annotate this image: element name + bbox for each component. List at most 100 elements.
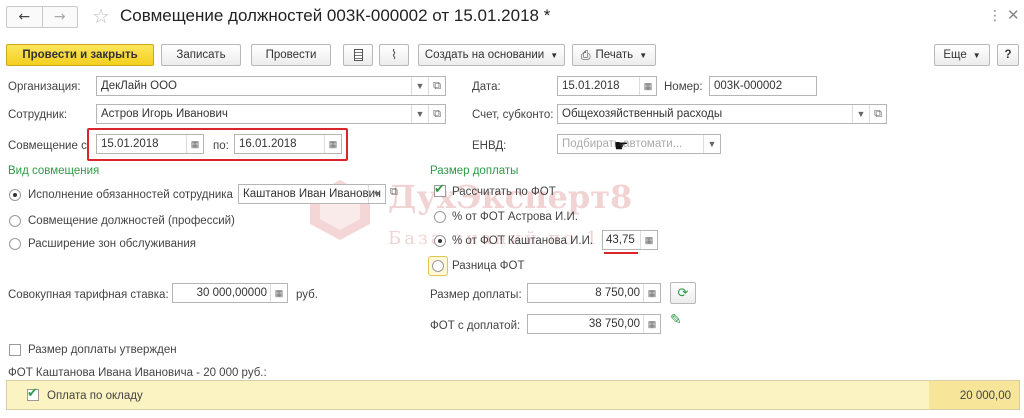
account-value: Общехозяйственный расходы: [562, 108, 723, 120]
radio-duties[interactable]: [9, 189, 21, 201]
number-label: Номер:: [664, 81, 703, 93]
create-based-on-button[interactable]: Создать на основании ▼: [418, 44, 565, 66]
back-button[interactable]: ←: [7, 7, 43, 27]
date-field[interactable]: 15.01.2018 ▦: [557, 76, 657, 96]
percent-underline: [604, 252, 638, 254]
organization-value: ДекЛайн ООО: [101, 80, 177, 92]
more-label: Еще: [943, 49, 967, 61]
arrow-right-icon: →: [53, 9, 66, 25]
refresh-icon: ⟳: [677, 285, 689, 301]
combination-type-title: Вид совмещения: [8, 165, 100, 177]
window-close-button[interactable]: ✕: [1007, 6, 1020, 24]
employee-value: Астров Игорь Иванович: [101, 108, 228, 120]
combine-from-field[interactable]: 15.01.2018 ▦: [96, 134, 204, 154]
window-title: Совмещение должностей 003К-000002 от 15.…: [120, 6, 551, 25]
calculator-icon[interactable]: ▦: [643, 284, 660, 302]
calc-by-fot-label[interactable]: Рассчитать по ФОТ: [452, 185, 556, 199]
tariff-value: 30 000,00000: [196, 287, 267, 299]
fot-with-surcharge-label: ФОТ с доплатой:: [430, 320, 521, 332]
radio-duties-label[interactable]: Исполнение обязанностей сотрудника: [28, 188, 233, 202]
row-amount: 20 000,00: [959, 390, 1011, 402]
recalculate-button[interactable]: ⟳: [670, 282, 696, 304]
favorite-star-button[interactable]: ☆: [92, 4, 110, 28]
tariff-unit: руб.: [296, 289, 318, 301]
open-icon[interactable]: ⧉: [869, 105, 886, 123]
open-icon[interactable]: ⧉: [428, 77, 445, 95]
calculator-icon[interactable]: ▦: [640, 231, 657, 249]
combine-to-label: по:: [213, 140, 229, 152]
calculator-icon[interactable]: ▦: [270, 284, 287, 302]
organization-label: Организация:: [8, 81, 81, 93]
paperclip-icon: ⌇: [390, 47, 398, 63]
approved-label[interactable]: Размер доплаты утвержден: [28, 343, 177, 357]
surcharge-amount-label: Размер доплаты:: [430, 289, 522, 301]
tariff-field[interactable]: 30 000,00000 ▦: [172, 283, 288, 303]
journal-button[interactable]: [343, 44, 373, 66]
help-button[interactable]: ?: [997, 44, 1019, 66]
combine-from-value: 15.01.2018: [101, 138, 159, 150]
table-row[interactable]: Оплата по окладу 20 000,00: [7, 381, 1019, 409]
chevron-down-icon[interactable]: ▼: [703, 135, 720, 153]
combine-from-label: Совмещение с: [8, 140, 87, 152]
chevron-down-icon[interactable]: ▼: [411, 77, 428, 95]
radio-fot-difference-label[interactable]: Разница ФОТ: [452, 259, 525, 273]
number-field[interactable]: 003К-000002: [709, 76, 817, 96]
radio-fot-kashtanov[interactable]: [434, 235, 446, 247]
surcharge-title: Размер доплаты: [430, 165, 519, 177]
radio-service-zones[interactable]: [9, 238, 21, 250]
fot-caption: ФОТ Каштанова Ивана Ивановича - 20 000 р…: [8, 367, 267, 379]
window-menu-button[interactable]: ⋮: [988, 8, 1002, 24]
fot-with-surcharge-field[interactable]: 38 750,00 ▦: [527, 314, 661, 334]
combination-employee-value: Каштанов Иван Иванович: [243, 188, 382, 200]
more-button[interactable]: Еще ▼: [934, 44, 990, 66]
print-button[interactable]: ⎙ Печать ▼: [572, 44, 656, 66]
edit-pencil-icon[interactable]: ✎: [670, 312, 682, 328]
post-and-close-button[interactable]: Провести и закрыть: [6, 44, 154, 66]
hand-cursor-icon: ☛: [614, 136, 629, 155]
nav-buttons: ← →: [6, 6, 78, 28]
radio-positions[interactable]: [9, 215, 21, 227]
combine-to-field[interactable]: 16.01.2018 ▦: [234, 134, 342, 154]
calendar-icon[interactable]: ▦: [639, 77, 656, 95]
row-name: Оплата по окладу: [47, 390, 143, 402]
approved-checkbox[interactable]: [9, 344, 21, 356]
chevron-down-icon: ▼: [550, 50, 559, 60]
surcharge-amount-value: 8 750,00: [595, 287, 640, 299]
open-icon[interactable]: ⧉: [428, 105, 445, 123]
calendar-icon[interactable]: ▦: [186, 135, 203, 153]
chevron-down-icon[interactable]: ▼: [852, 105, 869, 123]
open-icon[interactable]: ⧉: [390, 186, 398, 199]
date-value: 15.01.2018: [562, 80, 620, 92]
forward-button[interactable]: →: [43, 7, 78, 27]
employee-field[interactable]: Астров Игорь Иванович ▼ ⧉: [96, 104, 446, 124]
envd-field[interactable]: Подбирать автомати... ▼: [557, 134, 721, 154]
calendar-icon[interactable]: ▦: [324, 135, 341, 153]
calculator-icon[interactable]: ▦: [643, 315, 660, 333]
radio-positions-label[interactable]: Совмещение должностей (профессий): [28, 214, 235, 228]
surcharge-amount-field[interactable]: 8 750,00 ▦: [527, 283, 661, 303]
calc-by-fot-checkbox[interactable]: [434, 182, 446, 197]
radio-fot-kashtanov-label[interactable]: % от ФОТ Каштанова И.И.: [452, 234, 593, 248]
chevron-down-icon[interactable]: ▼: [368, 185, 385, 203]
organization-field[interactable]: ДекЛайн ООО ▼ ⧉: [96, 76, 446, 96]
date-label: Дата:: [472, 81, 501, 93]
chevron-down-icon[interactable]: ▼: [411, 105, 428, 123]
write-button[interactable]: Записать: [161, 44, 241, 66]
radio-fot-astrov[interactable]: [434, 211, 446, 223]
combination-employee-field[interactable]: Каштанов Иван Иванович ▼: [238, 184, 386, 204]
attach-files-button[interactable]: ⌇: [379, 44, 409, 66]
radio-fot-difference[interactable]: [432, 260, 444, 272]
percent-field[interactable]: 43,75 ▦: [602, 230, 658, 250]
fot-with-surcharge-value: 38 750,00: [588, 318, 640, 330]
row-checkbox[interactable]: [27, 386, 39, 401]
fot-table: Оплата по окладу 20 000,00: [6, 380, 1020, 410]
post-button[interactable]: Провести: [251, 44, 331, 66]
arrow-left-icon: ←: [18, 9, 31, 25]
radio-fot-astrov-label[interactable]: % от ФОТ Астрова И.И.: [452, 210, 578, 224]
radio-service-zones-label[interactable]: Расширение зон обслуживания: [28, 237, 196, 251]
percent-value: 43,75: [606, 234, 635, 246]
envd-label: ЕНВД:: [472, 140, 507, 152]
combine-to-value: 16.01.2018: [239, 138, 297, 150]
account-field[interactable]: Общехозяйственный расходы ▼ ⧉: [557, 104, 887, 124]
create-based-on-label: Создать на основании: [424, 49, 545, 61]
